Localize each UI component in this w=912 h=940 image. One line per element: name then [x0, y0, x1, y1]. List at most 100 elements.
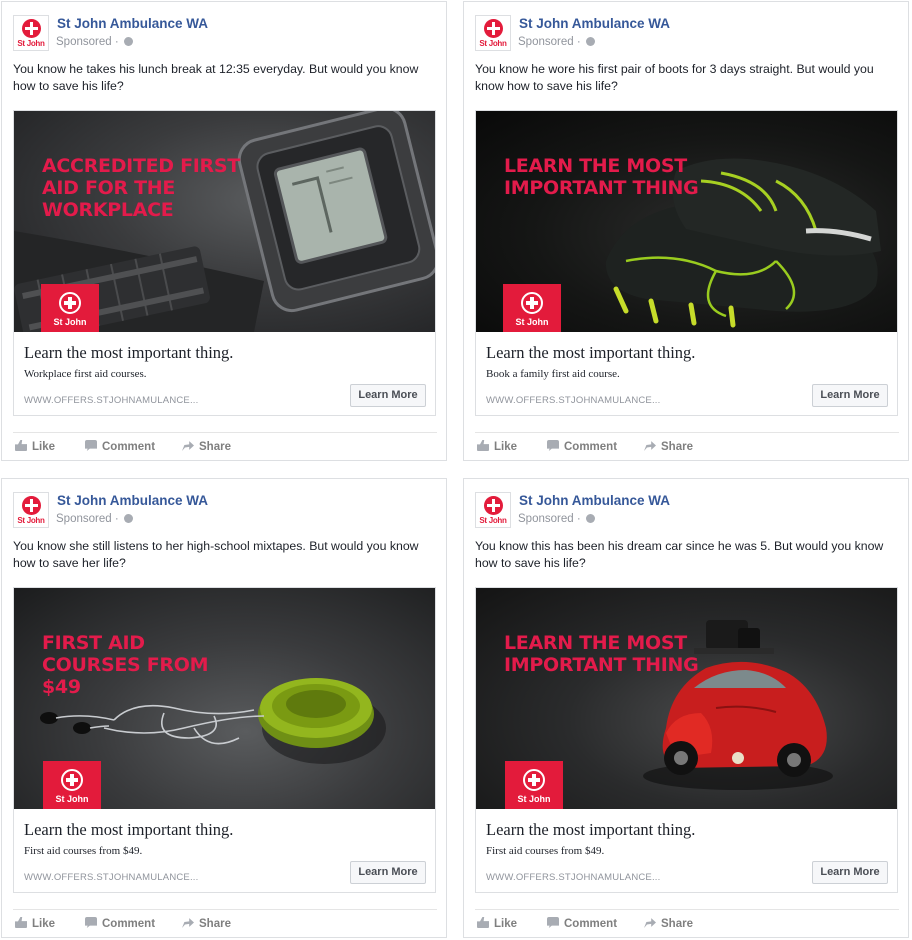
ad-headline: ACCREDITED FIRST AID FOR THE WORKPLACE: [42, 155, 240, 221]
comment-button[interactable]: Comment: [547, 917, 617, 930]
cta-description: First aid courses from $49.: [24, 845, 143, 857]
share-label: Share: [199, 918, 231, 930]
post-text: You know he takes his lunch break at 12:…: [13, 62, 419, 93]
ad-headline: LEARN THE MOST IMPORTANT THING: [504, 155, 699, 199]
page-name-link[interactable]: St John Ambulance WA: [57, 493, 208, 508]
comment-button[interactable]: Comment: [547, 440, 617, 453]
action-bar: Like Comment Share: [13, 909, 437, 937]
action-bar: Like Comment Share: [475, 432, 899, 460]
ad-image[interactable]: FIRST AID COURSES FROM $49 St John: [14, 588, 435, 809]
comment-icon: [85, 440, 97, 451]
cta-url: WWW.OFFERS.STJOHNAMULANCE...: [486, 395, 661, 406]
badge-text: St John: [517, 794, 551, 804]
badge-text: St John: [515, 317, 549, 327]
globe-icon: [123, 514, 133, 523]
post-header: St John St John Ambulance WA Sponsored ·: [475, 15, 895, 51]
st-john-badge: St John: [503, 284, 561, 332]
page-name-link[interactable]: St John Ambulance WA: [519, 16, 670, 31]
ad-post-card: St John St John Ambulance WA Sponsored ·…: [463, 1, 909, 461]
st-john-badge: St John: [505, 761, 563, 809]
st-john-logo-icon: [484, 19, 503, 38]
logo-text: St John: [17, 39, 45, 48]
cta-title[interactable]: Learn the most important thing.: [24, 343, 233, 363]
post-header: St John St John Ambulance WA Sponsored ·: [475, 492, 895, 528]
like-icon: [15, 440, 27, 451]
action-bar: Like Comment Share: [13, 432, 437, 460]
cta-area: Learn the most important thing. Book a f…: [476, 332, 897, 415]
like-button[interactable]: Like: [477, 440, 517, 453]
like-icon: [477, 440, 489, 451]
comment-label: Comment: [102, 441, 156, 453]
sponsored-label: Sponsored ·: [518, 513, 595, 525]
learn-more-button[interactable]: Learn More: [350, 384, 426, 407]
page-avatar[interactable]: St John: [13, 492, 49, 528]
share-button[interactable]: Share: [182, 917, 231, 930]
post-text: You know he wore his first pair of boots…: [475, 62, 874, 93]
like-icon: [477, 917, 489, 928]
page-name-link[interactable]: St John Ambulance WA: [57, 16, 208, 31]
share-button[interactable]: Share: [644, 917, 693, 930]
like-button[interactable]: Like: [15, 440, 55, 453]
share-icon: [182, 441, 194, 451]
page-name-link[interactable]: St John Ambulance WA: [519, 493, 670, 508]
cta-description: Book a family first aid course.: [486, 368, 620, 380]
like-icon: [15, 917, 27, 928]
cta-title[interactable]: Learn the most important thing.: [24, 820, 233, 840]
page-avatar[interactable]: St John: [475, 15, 511, 51]
learn-more-button[interactable]: Learn More: [350, 861, 426, 884]
badge-text: St John: [53, 317, 87, 327]
comment-button[interactable]: Comment: [85, 440, 155, 453]
st-john-badge: St John: [41, 284, 99, 332]
globe-icon: [585, 37, 595, 46]
cta-url: WWW.OFFERS.STJOHNAMULANCE...: [24, 395, 199, 406]
share-label: Share: [661, 918, 693, 930]
st-john-logo-icon: [22, 19, 41, 38]
share-label: Share: [199, 441, 231, 453]
comment-button[interactable]: Comment: [85, 917, 155, 930]
cta-area: Learn the most important thing. First ai…: [476, 809, 897, 892]
comment-icon: [547, 440, 559, 451]
ad-post-card: St John St John Ambulance WA Sponsored ·…: [1, 1, 447, 461]
share-icon: [182, 918, 194, 928]
page-avatar[interactable]: St John: [13, 15, 49, 51]
cta-title[interactable]: Learn the most important thing.: [486, 343, 695, 363]
st-john-badge-icon: [59, 292, 81, 314]
logo-text: St John: [479, 516, 507, 525]
logo-text: St John: [479, 39, 507, 48]
like-label: Like: [494, 918, 518, 930]
ad-link-preview[interactable]: FIRST AID COURSES FROM $49 St John Learn…: [13, 587, 436, 893]
page-avatar[interactable]: St John: [475, 492, 511, 528]
ad-link-preview[interactable]: ACCREDITED FIRST AID FOR THE WORKPLACE S…: [13, 110, 436, 416]
ad-post-card: St John St John Ambulance WA Sponsored ·…: [463, 478, 909, 938]
share-icon: [644, 918, 656, 928]
ad-image[interactable]: LEARN THE MOST IMPORTANT THING St John: [476, 111, 897, 332]
ad-link-preview[interactable]: LEARN THE MOST IMPORTANT THING St John L…: [475, 587, 898, 893]
like-button[interactable]: Like: [15, 917, 55, 930]
share-button[interactable]: Share: [644, 440, 693, 453]
share-icon: [644, 441, 656, 451]
st-john-badge-icon: [521, 292, 543, 314]
post-header: St John St John Ambulance WA Sponsored ·: [13, 492, 433, 528]
like-label: Like: [494, 441, 518, 453]
ad-link-preview[interactable]: LEARN THE MOST IMPORTANT THING St John L…: [475, 110, 898, 416]
sponsored-label: Sponsored ·: [56, 36, 133, 48]
globe-icon: [123, 37, 133, 46]
post-header: St John St John Ambulance WA Sponsored ·: [13, 15, 433, 51]
cta-area: Learn the most important thing. First ai…: [14, 809, 435, 892]
sponsored-label: Sponsored ·: [518, 36, 595, 48]
comment-label: Comment: [102, 918, 156, 930]
share-button[interactable]: Share: [182, 440, 231, 453]
like-button[interactable]: Like: [477, 917, 517, 930]
learn-more-button[interactable]: Learn More: [812, 861, 888, 884]
comment-label: Comment: [564, 441, 618, 453]
ad-image[interactable]: LEARN THE MOST IMPORTANT THING St John: [476, 588, 897, 809]
cta-area: Learn the most important thing. Workplac…: [14, 332, 435, 415]
ad-image[interactable]: ACCREDITED FIRST AID FOR THE WORKPLACE S…: [14, 111, 435, 332]
sponsored-label: Sponsored ·: [56, 513, 133, 525]
cta-title[interactable]: Learn the most important thing.: [486, 820, 695, 840]
st-john-badge-icon: [61, 769, 83, 791]
st-john-badge-icon: [523, 769, 545, 791]
st-john-badge: St John: [43, 761, 101, 809]
learn-more-button[interactable]: Learn More: [812, 384, 888, 407]
like-label: Like: [32, 441, 56, 453]
